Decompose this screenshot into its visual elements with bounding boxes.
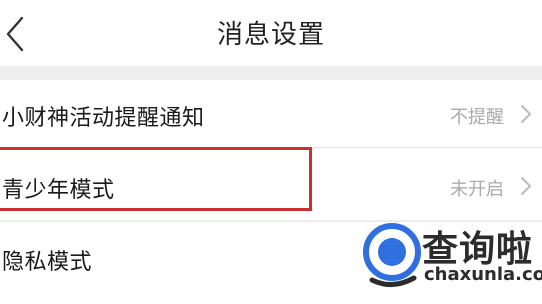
watermark-url: chaxunla.com [424,264,542,285]
message-settings-screen: 消息设置 小财神活动提醒通知 不提醒 青少年模式 未开启 隐私模式 查询啦 ch… [0,0,542,304]
setting-label: 小财神活动提醒通知 [2,106,205,131]
chevron-right-icon [521,177,531,195]
setting-row-activity-notice[interactable]: 小财神活动提醒通知 不提醒 [0,80,542,147]
nav-bar: 消息设置 [0,0,542,66]
highlight-box [0,147,312,211]
watermark: 查询啦 chaxunla.com [362,216,542,304]
q-logo-icon [363,223,421,287]
setting-value: 未开启 [450,179,504,200]
setting-label: 隐私模式 [2,250,93,275]
chevron-right-icon [521,105,531,123]
setting-value: 不提醒 [450,107,504,128]
section-gap [0,66,542,80]
page-title: 消息设置 [216,20,325,50]
